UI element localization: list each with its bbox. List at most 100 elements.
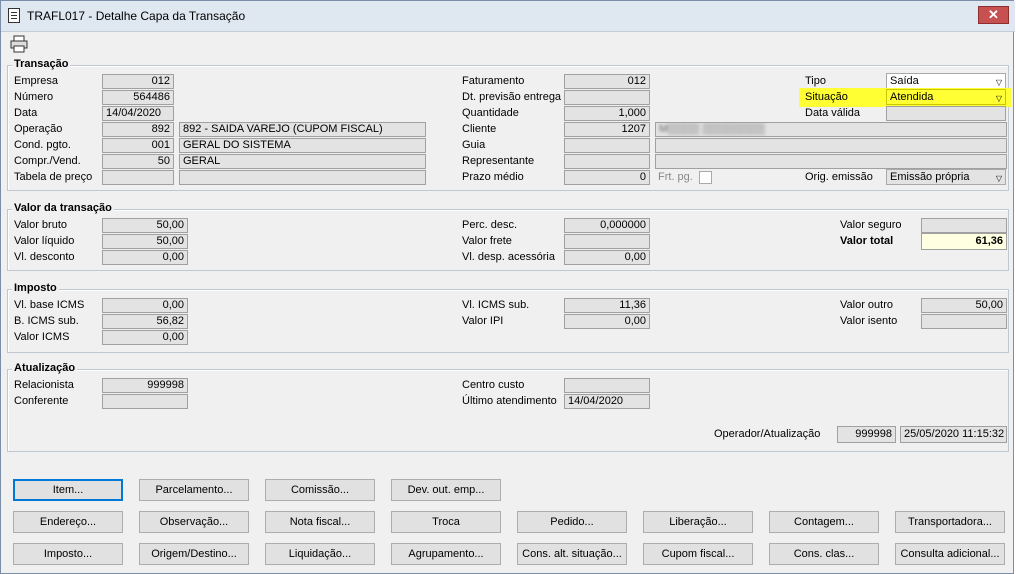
atualizacao-legend: Atualização: [12, 362, 78, 374]
tipo-value: Saída: [890, 75, 919, 87]
icmssub-field[interactable]: 11,36: [564, 298, 650, 313]
contagem-button[interactable]: Contagem...: [769, 511, 879, 533]
tabela-code-field[interactable]: [102, 170, 174, 185]
item-button[interactable]: Item...: [13, 479, 123, 501]
desp-field[interactable]: 0,00: [564, 250, 650, 265]
devout-button[interactable]: Dev. out. emp...: [391, 479, 501, 501]
notafiscal-button[interactable]: Nota fiscal...: [265, 511, 375, 533]
data-field[interactable]: 14/04/2020: [102, 106, 174, 121]
centro-field[interactable]: [564, 378, 650, 393]
quantidade-field[interactable]: 1,000: [564, 106, 650, 121]
operacao-code-field[interactable]: 892: [102, 122, 174, 137]
ultimo-label: Último atendimento: [462, 395, 557, 407]
cliente-name-field[interactable]: M▒▒▒▒ ▒▒▒▒▒▒▒▒: [655, 122, 1007, 137]
transportadora-button[interactable]: Transportadora...: [895, 511, 1005, 533]
situacao-label: Situação: [805, 91, 848, 103]
window: TRAFL017 - Detalhe Capa da Transação ✕ T…: [0, 0, 1015, 574]
desconto-field[interactable]: 0,00: [102, 250, 188, 265]
guia-desc-field[interactable]: [655, 138, 1007, 153]
faturamento-field[interactable]: 012: [564, 74, 650, 89]
imposto-button[interactable]: Imposto...: [13, 543, 123, 565]
orig-select[interactable]: Emissão própria ▽: [886, 169, 1006, 185]
cond-code-field[interactable]: 001: [102, 138, 174, 153]
empresa-label: Empresa: [14, 75, 59, 87]
desconto-label: Vl. desconto: [14, 251, 75, 263]
guia-code-field[interactable]: [564, 138, 650, 153]
agrupamento-button[interactable]: Agrupamento...: [391, 543, 501, 565]
bruto-label: Valor bruto: [14, 219, 67, 231]
bruto-field[interactable]: 50,00: [102, 218, 188, 233]
faturamento-label: Faturamento: [462, 75, 525, 87]
relacionista-field[interactable]: 999998: [102, 378, 188, 393]
isento-label: Valor isento: [840, 315, 898, 327]
chevron-down-icon: ▽: [995, 94, 1002, 103]
conferente-field[interactable]: [102, 394, 188, 409]
operador-data-field[interactable]: 25/05/2020 11:15:32: [900, 426, 1007, 443]
liquido-label: Valor líquido: [14, 235, 75, 247]
liberacao-button[interactable]: Liberação...: [643, 511, 753, 533]
parcelamento-button[interactable]: Parcelamento...: [139, 479, 249, 501]
endereco-button[interactable]: Endereço...: [13, 511, 123, 533]
isento-field[interactable]: [921, 314, 1007, 329]
datavalida-field[interactable]: [886, 106, 1006, 121]
valoricms-field[interactable]: 0,00: [102, 330, 188, 345]
compr-code-field[interactable]: 50: [102, 154, 174, 169]
transacao-legend: Transação: [12, 58, 71, 70]
consulta-button[interactable]: Consulta adicional...: [895, 543, 1005, 565]
baseicms-field[interactable]: 0,00: [102, 298, 188, 313]
ultimo-field[interactable]: 14/04/2020: [564, 394, 650, 409]
operador-field[interactable]: 999998: [837, 426, 896, 443]
centro-label: Centro custo: [462, 379, 525, 391]
origem-button[interactable]: Origem/Destino...: [139, 543, 249, 565]
operador-label: Operador/Atualização: [714, 428, 821, 440]
dtprev-label: Dt. previsão entrega: [462, 91, 562, 103]
chevron-down-icon: ▽: [995, 174, 1002, 183]
icmssub-label: Vl. ICMS sub.: [462, 299, 530, 311]
seguro-label: Valor seguro: [840, 219, 902, 231]
representante-desc-field[interactable]: [655, 154, 1007, 169]
liquidacao-button[interactable]: Liquidação...: [265, 543, 375, 565]
cliente-name-text: M▒▒▒▒ ▒▒▒▒▒▒▒▒: [659, 123, 765, 135]
comissao-button[interactable]: Comissão...: [265, 479, 375, 501]
seguro-field[interactable]: [921, 218, 1007, 233]
bicmssub-label: B. ICMS sub.: [14, 315, 79, 327]
consclas-button[interactable]: Cons. clas...: [769, 543, 879, 565]
percdesc-field[interactable]: 0,000000: [564, 218, 650, 233]
tabela-desc-field[interactable]: [179, 170, 426, 185]
troca-button[interactable]: Troca: [391, 511, 501, 533]
ipi-field[interactable]: 0,00: [564, 314, 650, 329]
situacao-value: Atendida: [890, 91, 934, 103]
frt-checkbox[interactable]: [699, 171, 712, 184]
numero-field[interactable]: 564486: [102, 90, 174, 105]
cliente-code-field[interactable]: 1207: [564, 122, 650, 137]
pedido-button[interactable]: Pedido...: [517, 511, 627, 533]
representante-code-field[interactable]: [564, 154, 650, 169]
numero-label: Número: [14, 91, 54, 103]
cliente-label: Cliente: [462, 123, 497, 135]
consalt-button[interactable]: Cons. alt. situação...: [517, 543, 627, 565]
window-title: TRAFL017 - Detalhe Capa da Transação: [27, 9, 246, 23]
observacao-button[interactable]: Observação...: [139, 511, 249, 533]
prazo-field[interactable]: 0: [564, 170, 650, 185]
bicmssub-field[interactable]: 56,82: [102, 314, 188, 329]
cond-desc-field[interactable]: GERAL DO SISTEMA: [179, 138, 426, 153]
compr-desc-field[interactable]: GERAL: [179, 154, 426, 169]
tipo-select[interactable]: Saída ▽: [886, 73, 1006, 89]
close-button[interactable]: ✕: [978, 6, 1009, 24]
total-field[interactable]: 61,36: [921, 233, 1007, 250]
printer-icon[interactable]: [9, 34, 29, 54]
liquido-field[interactable]: 50,00: [102, 234, 188, 249]
cupom-button[interactable]: Cupom fiscal...: [643, 543, 753, 565]
empresa-field[interactable]: 012: [102, 74, 174, 89]
situacao-select[interactable]: Atendida ▽: [886, 89, 1006, 105]
total-label: Valor total: [840, 235, 894, 247]
outro-field[interactable]: 50,00: [921, 298, 1007, 313]
operacao-desc-field[interactable]: 892 - SAIDA VAREJO (CUPOM FISCAL): [179, 122, 426, 137]
frete-field[interactable]: [564, 234, 650, 249]
orig-label: Orig. emissão: [805, 171, 873, 183]
dtprev-field[interactable]: [564, 90, 650, 105]
valor-legend: Valor da transação: [12, 202, 114, 214]
orig-value: Emissão própria: [890, 171, 970, 183]
desp-label: Vl. desp. acessória: [462, 251, 555, 263]
prazo-label: Prazo médio: [462, 171, 524, 183]
